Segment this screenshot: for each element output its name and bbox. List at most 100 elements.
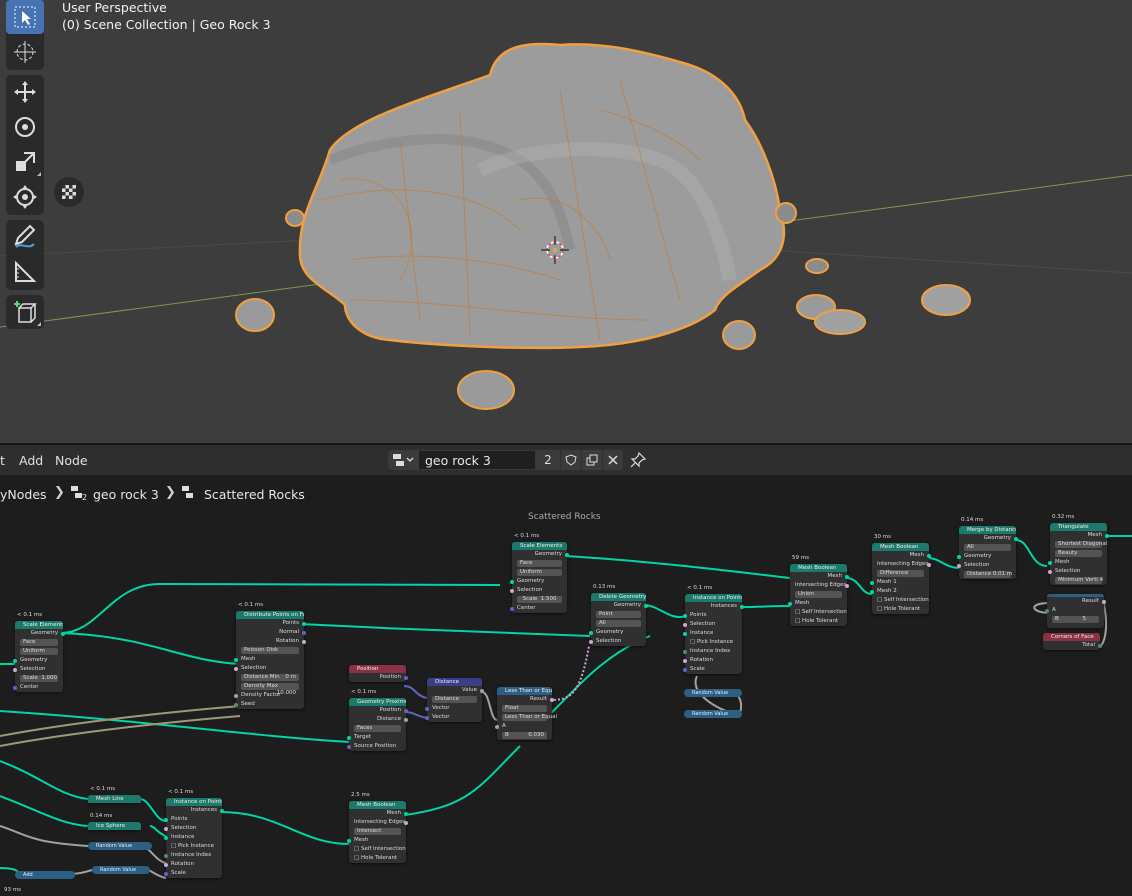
scale-field[interactable]: Scale 1.500 — [512, 595, 567, 604]
node-title: Geometry Proximity — [349, 698, 406, 706]
input-geometry: Geometry — [510, 577, 567, 586]
random-value-node[interactable]: Random Value — [88, 842, 152, 850]
operation-dropdown[interactable]: Difference — [872, 569, 929, 578]
3d-viewport[interactable]: User Perspective (0) Scene Collection | … — [0, 0, 1132, 443]
mode-dropdown[interactable]: Less Than or Equal — [497, 713, 557, 722]
delete-geometry-node[interactable]: 0.13 ms Delete Geometry Geometry Point A… — [589, 584, 648, 646]
duplicate-icon[interactable] — [582, 450, 602, 470]
method-dropdown[interactable]: Poisson Disk — [236, 646, 304, 655]
add-node[interactable]: Add — [15, 871, 75, 879]
move-tool[interactable] — [6, 75, 44, 109]
density-max-field[interactable]: Density Max 10.000 — [236, 682, 304, 696]
random-value-node[interactable]: Random Value — [684, 689, 742, 697]
type-dropdown[interactable]: Float — [497, 704, 552, 713]
minimum-vertices-field[interactable]: Minimum Verti 4 — [1050, 576, 1107, 585]
node-timing: 0.13 ms — [593, 584, 616, 590]
hole-tolerant-checkbox[interactable]: □ Hole Tolerant — [349, 854, 406, 863]
transform-tool[interactable] — [6, 180, 44, 214]
fake-user-shield-icon[interactable] — [561, 450, 581, 470]
b-field[interactable]: B 0.030 — [497, 731, 552, 740]
mesh-line-node[interactable]: < 0.1 ms Mesh Line — [88, 786, 141, 803]
random-value-node[interactable]: Random Value — [92, 866, 150, 874]
menu-node[interactable]: Node — [55, 453, 88, 468]
breadcrumb-item-nodes[interactable]: yNodes — [0, 487, 47, 502]
compare-less-than-node[interactable]: Less Than or Equal Result Float Less Tha… — [495, 687, 557, 740]
output-geometry: Geometry — [15, 629, 65, 638]
breadcrumb-item-scattered-rocks[interactable]: Scattered Rocks — [204, 487, 305, 502]
ico-sphere-node[interactable]: 0.14 ms Ico Sphere — [88, 813, 141, 830]
scale-elements-node[interactable]: < 0.1 ms Scale Elements Geometry Face Un… — [13, 612, 65, 692]
scale-field[interactable]: Scale 1.000 — [15, 674, 63, 683]
mode-dropdown[interactable]: Uniform — [512, 568, 567, 577]
geometry-proximity-node[interactable]: < 0.1 ms Geometry Proximity Position Dis… — [347, 689, 408, 751]
cursor-tool[interactable] — [6, 35, 44, 69]
mode-dropdown[interactable]: Faces — [349, 724, 406, 733]
input-target: Target — [347, 733, 406, 742]
hole-tolerant-checkbox[interactable]: □ Hole Tolerant — [790, 617, 847, 626]
checker-icon[interactable] — [54, 177, 84, 207]
mesh-boolean-node[interactable]: 59 ms Mesh Boolean Mesh Intersecting Edg… — [788, 555, 849, 626]
node-timing: < 0.1 ms — [90, 786, 116, 792]
menu-select[interactable]: t — [0, 453, 5, 468]
rotate-tool[interactable] — [6, 110, 44, 144]
self-intersection-checkbox[interactable]: □ Self Intersection — [872, 596, 929, 605]
users-count-badge[interactable]: 2 — [536, 450, 560, 470]
operation-dropdown[interactable]: Union — [790, 590, 847, 599]
self-intersection-checkbox[interactable]: □ Self Intersection — [349, 845, 406, 854]
quad-method-dropdown[interactable]: Shortest Diagonal — [1050, 540, 1107, 549]
toolbar-group-add — [6, 295, 44, 329]
scale-tool[interactable] — [6, 145, 44, 179]
node-tree-browse-button[interactable] — [388, 450, 418, 470]
pick-instance-checkbox[interactable]: □ Pick Instance — [166, 842, 222, 851]
node-tree-selector: geo rock 3 2 — [388, 450, 623, 470]
self-intersection-checkbox[interactable]: □ Self Intersection — [790, 608, 847, 617]
operation-dropdown[interactable]: Distance — [427, 695, 482, 704]
corners-of-face-node[interactable]: Corners of Face Total — [1043, 633, 1102, 650]
menu-add[interactable]: Add — [19, 453, 43, 468]
domain-dropdown[interactable]: Face — [15, 638, 63, 647]
position-node[interactable]: Position Position — [349, 665, 408, 682]
pin-icon[interactable] — [630, 451, 647, 472]
merge-by-distance-node[interactable]: 0.14 ms Merge by Distance Geometry All G… — [957, 517, 1018, 579]
ngon-method-dropdown[interactable]: Beauty — [1050, 549, 1107, 558]
mode-dropdown[interactable]: All — [959, 543, 1016, 552]
scale-elements-node[interactable]: < 0.1 ms Scale Elements Geometry Face Un… — [510, 533, 569, 613]
pick-instance-checkbox[interactable]: □ Pick Instance — [685, 638, 742, 647]
mesh-boolean-node[interactable]: 2.5 ms Mesh Boolean Mesh Intersecting Ed… — [347, 792, 408, 863]
distance-field[interactable]: Distance 0.01 m — [959, 570, 1016, 579]
mode-dropdown[interactable]: All — [591, 619, 646, 628]
random-value-node[interactable]: Random Value — [684, 710, 742, 718]
cursor-icon — [14, 41, 36, 63]
select-box-tool[interactable] — [6, 0, 44, 34]
output-result: Result — [497, 695, 554, 704]
unlink-close-icon[interactable] — [603, 450, 623, 470]
mesh-boolean-node[interactable]: 30 ms Mesh Boolean Mesh Intersecting Edg… — [870, 534, 931, 614]
input-a: A — [1045, 606, 1104, 615]
input-scale: Scale — [164, 869, 222, 878]
b-field[interactable]: B5 — [1047, 615, 1104, 624]
input-mesh: Mesh — [1048, 558, 1107, 567]
compare-node[interactable]: Result A B5 — [1045, 594, 1106, 628]
breadcrumb-item-geo-rock[interactable]: geo rock 3 — [93, 487, 159, 502]
annotate-tool[interactable] — [6, 220, 44, 254]
add-cube-tool[interactable] — [6, 295, 44, 329]
domain-dropdown[interactable]: Face — [512, 559, 567, 568]
instance-on-points-node[interactable]: < 0.1 ms Instance on Points Instances Po… — [683, 585, 744, 674]
hole-tolerant-checkbox[interactable]: □ Hole Tolerant — [872, 605, 929, 614]
vector-distance-node[interactable]: Distance Value Distance Vector Vector — [425, 678, 484, 722]
node-canvas[interactable]: Scattered Rocks < 0.1 ms Scale Elements … — [0, 506, 1132, 896]
move-icon — [14, 81, 36, 103]
small-rock — [814, 309, 866, 335]
node-timing: < 0.1 ms — [351, 689, 377, 695]
mode-dropdown[interactable]: Uniform — [15, 647, 63, 656]
distance-min-field[interactable]: Distance Min 0 m — [236, 673, 304, 682]
grid-line — [0, 237, 351, 257]
domain-dropdown[interactable]: Point — [591, 610, 646, 619]
operation-dropdown[interactable]: Intersect — [349, 827, 406, 836]
measure-tool[interactable] — [6, 255, 44, 289]
node-tree-name-field[interactable]: geo rock 3 — [418, 450, 536, 470]
triangulate-node[interactable]: 0.32 ms Triangulate Mesh Shortest Diagon… — [1048, 514, 1109, 585]
viewport-scene[interactable] — [0, 0, 1132, 443]
instance-on-points-node[interactable]: < 0.1 ms Instance on Points Instances Po… — [164, 789, 224, 878]
distribute-points-node[interactable]: < 0.1 ms Distribute Points on Faces Poin… — [234, 602, 306, 709]
